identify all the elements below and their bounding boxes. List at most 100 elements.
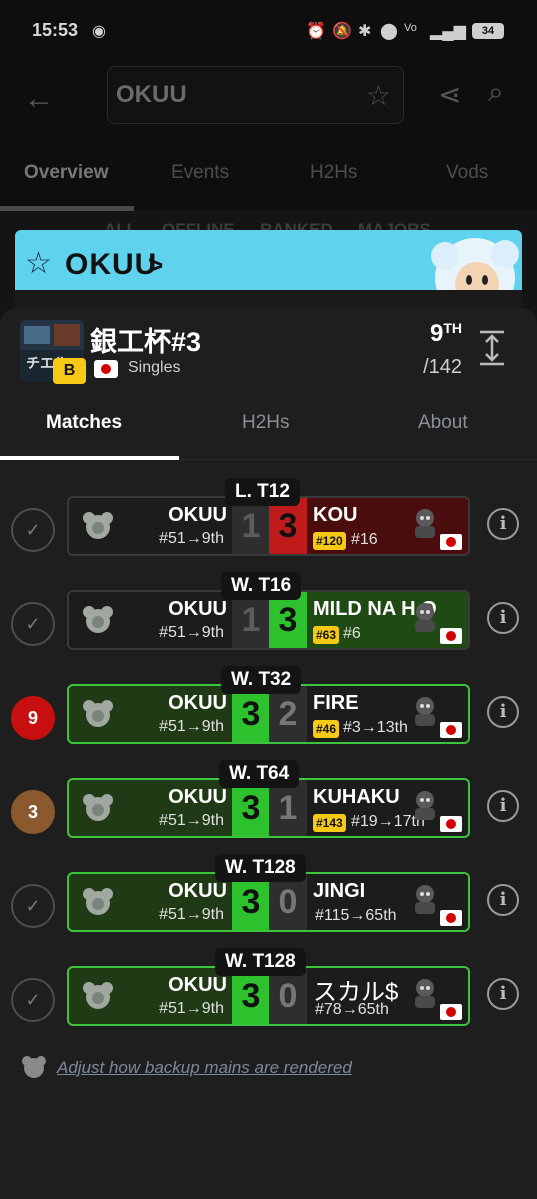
info-icon[interactable]: i	[487, 602, 519, 634]
player-name: OKUU	[168, 880, 227, 902]
alarm-icon: ⏰	[306, 23, 326, 40]
favorite-star-icon[interactable]: ☆	[366, 79, 391, 112]
banner-player-name: OKUU	[65, 248, 158, 281]
player-seed: #51→9th	[159, 1000, 224, 1017]
opponent-side: MILD NA H.O #63 #6	[307, 592, 468, 648]
match-round: L. T12	[225, 478, 300, 506]
opponent-side: スカル$ #78→65th	[307, 968, 468, 1024]
player-name: OKUU	[168, 692, 227, 714]
opponent-score: 3	[269, 498, 307, 554]
match-row[interactable]: 3 W. T64 OKUU #51→9th 3 1 KUHAKU #143 #19→17th i	[0, 760, 537, 840]
adjust-backup-mains-link[interactable]: Adjust how backup mains are rendered	[57, 1058, 352, 1078]
bg-tab-underline	[0, 206, 134, 211]
back-arrow-icon[interactable]: ←	[24, 82, 54, 116]
placement-suffix: TH	[443, 320, 462, 336]
ice-climbers-stock-icon	[83, 794, 113, 821]
ice-climbers-stock-icon	[83, 606, 113, 633]
rank-badge: #143	[313, 814, 346, 832]
match-row[interactable]: 9 W. T32 OKUU #51→9th 3 2 FIRE #46 #3→13th i	[0, 666, 537, 746]
ice-climbers-stock-icon	[83, 700, 113, 727]
japan-flag-icon	[440, 628, 462, 644]
match-row[interactable]: ✓ L. T12 OKUU #51→9th 1 3 KOU #120 #16 i	[0, 478, 537, 558]
player-score: 3	[232, 780, 270, 836]
search-icon[interactable]: ⌕	[488, 76, 504, 109]
opponent-seed: #115→65th	[315, 907, 397, 924]
check-icon[interactable]: ✓	[11, 508, 55, 552]
check-icon[interactable]: ✓	[11, 978, 55, 1022]
player-side: OKUU #51→9th	[69, 874, 232, 930]
share-icon[interactable]: ⋖	[438, 78, 461, 111]
match-row[interactable]: ✓ W. T128 OKUU #51→9th 3 0 スカル$ #78→65th i	[0, 948, 537, 1028]
check-icon[interactable]: ✓	[11, 602, 55, 646]
opponent-character-icon	[415, 509, 435, 538]
rank-badge: #46	[313, 720, 340, 738]
player-score: 3	[232, 874, 270, 930]
opponent-score: 0	[269, 968, 307, 1024]
info-icon[interactable]: i	[487, 696, 519, 728]
tournament-format: Singles	[128, 359, 181, 376]
opponent-score: 2	[269, 686, 307, 742]
info-icon[interactable]: i	[487, 978, 519, 1010]
opponent-score: 3	[269, 592, 307, 648]
adjust-backup-mains[interactable]: Adjust how backup mains are rendered	[20, 1052, 420, 1082]
app-notification-icon: ◉	[92, 23, 106, 40]
tab-about[interactable]: About	[418, 412, 468, 434]
tab-h2hs[interactable]: H2Hs	[242, 412, 290, 434]
player-name: OKUU	[168, 974, 227, 996]
opponent-character-icon	[415, 979, 435, 1008]
mute-icon: 🔕	[332, 23, 352, 40]
tab-matches[interactable]: Matches	[46, 412, 122, 434]
entrant-count: /142	[423, 356, 462, 378]
opponent-side: FIRE #46 #3→13th	[307, 686, 468, 742]
player-score: 1	[232, 498, 270, 554]
player-side: OKUU #51→9th	[69, 592, 232, 648]
opponent-score: 1	[269, 780, 307, 836]
opponent-seed: #78→65th	[315, 1001, 389, 1018]
battery-icon: 34	[472, 23, 504, 39]
bg-tab-vods[interactable]: Vods	[446, 162, 488, 184]
bg-tab-h2hs[interactable]: H2Hs	[310, 162, 358, 184]
opponent-name: KOU	[313, 504, 358, 526]
search-box[interactable]: OKUU ☆	[107, 66, 404, 124]
player-side: OKUU #51→9th	[69, 498, 232, 554]
opponent-seed: #3→13th	[343, 719, 408, 736]
opponent-name: KUHAKU	[313, 786, 400, 808]
favorite-star-icon[interactable]: ☆	[25, 246, 52, 281]
status-value: 3	[27, 802, 38, 822]
sheet-tabs: Matches H2Hs About	[0, 394, 537, 460]
opponent-seed: #6	[343, 625, 361, 642]
ice-climbers-stock-icon	[83, 512, 113, 539]
opponent-name: JINGI	[313, 880, 366, 902]
player-name: OKUU	[168, 504, 227, 526]
opponent-name: FIRE	[313, 692, 359, 714]
player-seed: #51→9th	[159, 624, 224, 641]
japan-flag-icon	[440, 722, 462, 738]
status-badge[interactable]: 3	[11, 790, 55, 834]
status-badge[interactable]: 9	[11, 696, 55, 740]
bg-tab-events[interactable]: Events	[171, 162, 229, 184]
match-row[interactable]: ✓ W. T16 OKUU #51→9th 1 3 MILD NA H.O #63 #6 i	[0, 572, 537, 652]
expand-icon[interactable]	[478, 330, 506, 366]
opponent-character-icon	[415, 603, 435, 632]
player-side: OKUU #51→9th	[69, 686, 232, 742]
info-icon[interactable]: i	[487, 790, 519, 822]
match-row[interactable]: ✓ W. T128 OKUU #51→9th 3 0 JINGI #115→65th i	[0, 854, 537, 934]
match-round: W. T128	[215, 948, 306, 976]
info-icon[interactable]: i	[487, 884, 519, 916]
check-icon[interactable]: ✓	[11, 884, 55, 928]
rank-badge: #120	[313, 532, 346, 550]
japan-flag-icon	[440, 910, 462, 926]
bg-tab-overview[interactable]: Overview	[24, 162, 109, 184]
player-score: 3	[232, 968, 270, 1024]
search-query: OKUU	[116, 81, 187, 108]
japan-flag-icon	[440, 1004, 462, 1020]
background-tabs: Overview Events H2Hs Vods	[0, 150, 537, 210]
opponent-score: 0	[269, 874, 307, 930]
japan-flag-icon	[440, 816, 462, 832]
opponent-side: KOU #120 #16	[307, 498, 468, 554]
player-seed: #51→9th	[159, 812, 224, 829]
player-name: OKUU	[168, 786, 227, 808]
ice-climbers-stock-icon	[83, 982, 113, 1009]
info-icon[interactable]: i	[487, 508, 519, 540]
tier-badge: B	[53, 358, 86, 384]
